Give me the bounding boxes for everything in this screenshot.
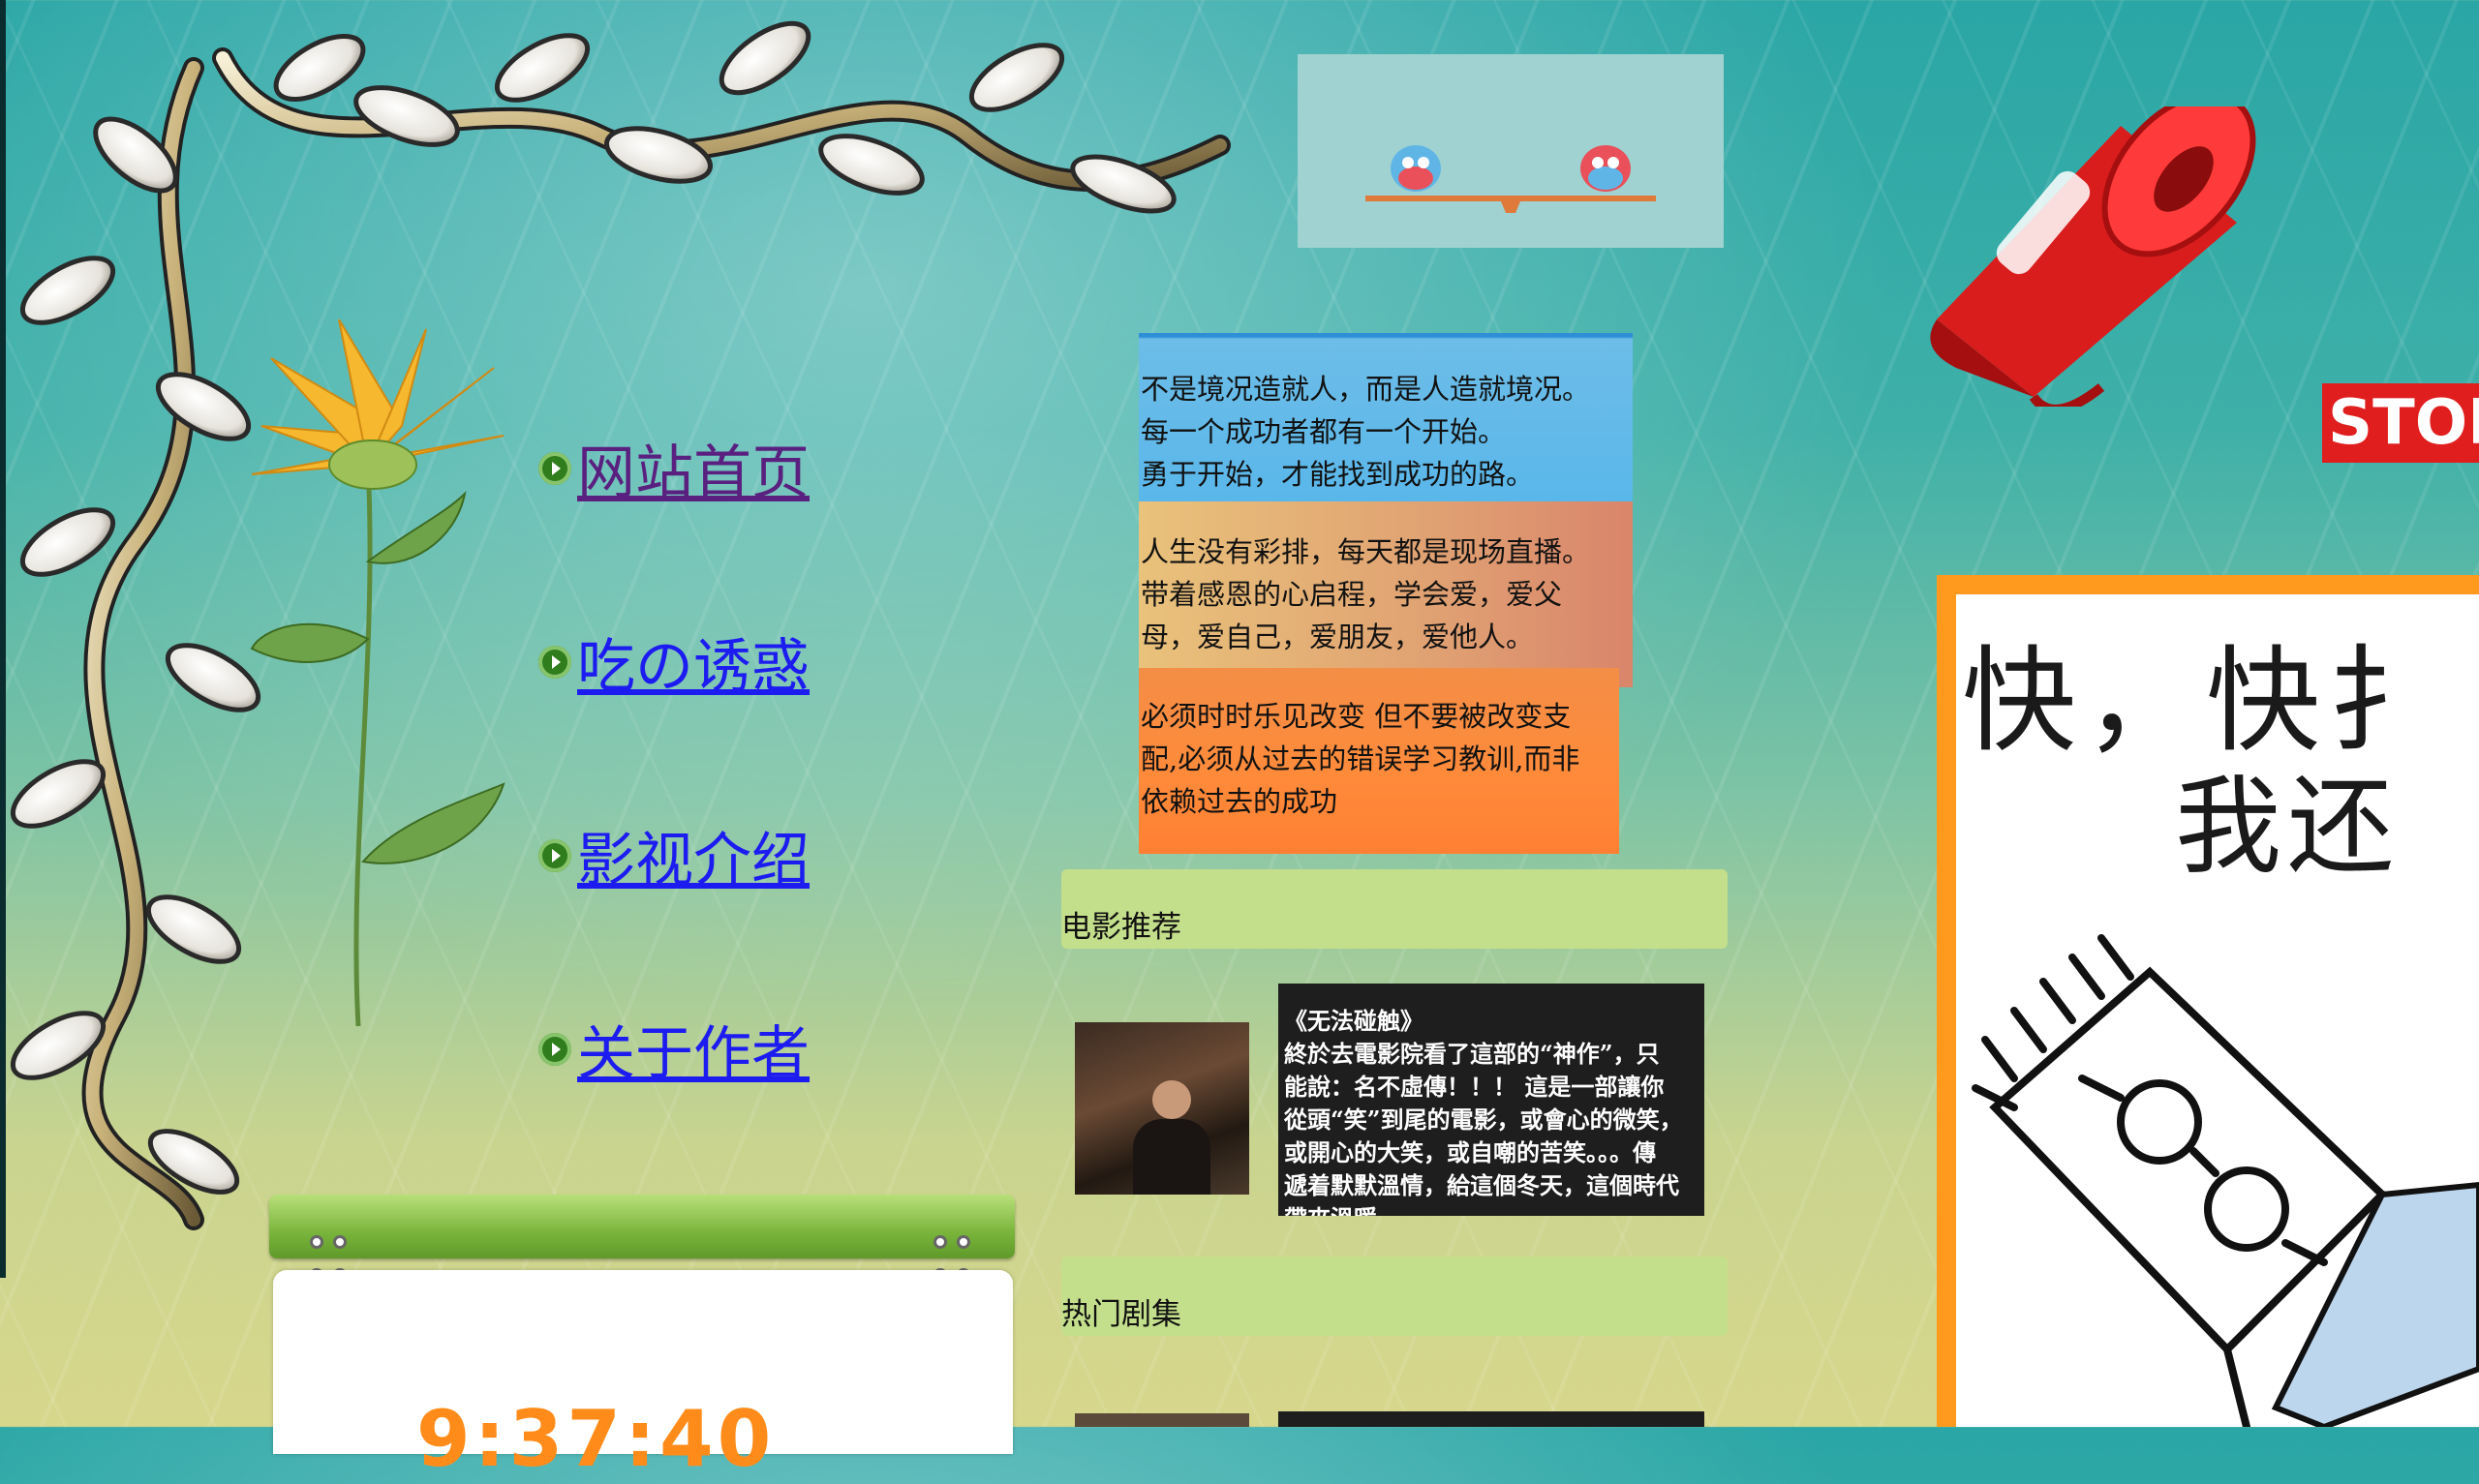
movie-title: 《无法碰触》 [1284, 1007, 1423, 1035]
stop-sign: STOP [2322, 383, 2479, 463]
movie-review-line: 從頭“笑”到尾的電影，或會心的微笑， [1284, 1105, 1683, 1134]
binder-ring-icon [333, 1235, 347, 1249]
movie-review-line: 遞着默默溫情，給這個冬天，這個時代 [1284, 1171, 1679, 1199]
nav-item-home[interactable]: 网站首页 [538, 426, 810, 510]
nav-link-movies[interactable]: 影视介绍 [577, 813, 810, 897]
yellow-flower-decoration [250, 319, 505, 1027]
movie-review-line: 或開心的大笑，或自嘲的苦笑。。。傳 [1284, 1138, 1656, 1166]
arrow-bullet-icon [538, 451, 571, 485]
movie-review-line: 終於去電影院看了這部的“神作”，只 [1284, 1040, 1660, 1068]
binder-ring-icon [933, 1235, 947, 1249]
quote-line: 母，爱自己，爱朋友，爱他人。 [1141, 621, 1535, 653]
series-review-box [1278, 1411, 1704, 1427]
arrow-bullet-icon [538, 838, 571, 872]
comic-panel: 快，快扌 我还 [1956, 594, 2479, 1427]
quote-line: 不是境况造就人，而是人造就境况。 [1141, 373, 1591, 406]
binder-ring-icon [310, 1235, 323, 1249]
quote-line: 人生没有彩排，每天都是现场直播。 [1141, 535, 1591, 568]
arrow-bullet-icon [538, 1032, 571, 1066]
binder-ring-icon [957, 1235, 970, 1249]
movie-poster-image[interactable] [1075, 1022, 1249, 1195]
movie-review-line: 帶來溫暖。 [1284, 1202, 1699, 1216]
clock-header-bar [269, 1195, 1015, 1258]
nav-item-food[interactable]: 吃の诱惑 [538, 620, 810, 704]
quote-box-2: 人生没有彩排，每天都是现场直播。 带着感恩的心启程，学会爱，爱父 母，爱自己，爱… [1139, 501, 1633, 687]
quote-line: 勇于开始，才能找到成功的路。 [1141, 458, 1535, 491]
nav-link-home[interactable]: 网站首页 [577, 426, 810, 510]
quote-line: 配,必须从过去的错误学习教训,而非 [1141, 742, 1580, 775]
quote-box-1: 不是境况造就人，而是人造就境况。 每一个成功者都有一个开始。 勇于开始，才能找到… [1139, 333, 1633, 501]
nav-link-about[interactable]: 关于作者 [577, 1007, 810, 1091]
quote-line: 每一个成功者都有一个开始。 [1141, 415, 1507, 448]
quote-line: 依赖过去的成功 [1141, 785, 1338, 818]
nav-link-food[interactable]: 吃の诱惑 [577, 620, 810, 704]
clock-time: 9:37:40 [416, 1394, 776, 1484]
nav-item-movies[interactable]: 影视介绍 [538, 813, 810, 897]
movie-review-box: 《无法碰触》 終於去電影院看了這部的“神作”，只 能說：名不虛傳！！！ 這是一部… [1278, 984, 1704, 1216]
section-header-series: 热门剧集 [1061, 1257, 1728, 1336]
quote-line: 带着感恩的心启程，学会爱，爱父 [1141, 578, 1563, 611]
section-header-movies: 电影推荐 [1061, 869, 1728, 949]
seesaw-banner [1298, 54, 1724, 248]
quote-line: 必须时时乐见改变 但不要被改变支 [1141, 700, 1572, 733]
megaphone-icon [1930, 106, 2256, 407]
quote-box-3: 必须时时乐见改变 但不要被改变支 配,必须从过去的错误学习教训,而非 依赖过去的… [1139, 668, 1619, 854]
arrow-bullet-icon [538, 645, 571, 679]
nav-item-about[interactable]: 关于作者 [538, 1007, 810, 1091]
movie-review-line: 能說：名不虛傳！！！ 這是一部讓你 [1284, 1073, 1665, 1101]
comic-character-drawing [1972, 934, 2479, 1427]
series-poster-image[interactable] [1075, 1413, 1249, 1427]
